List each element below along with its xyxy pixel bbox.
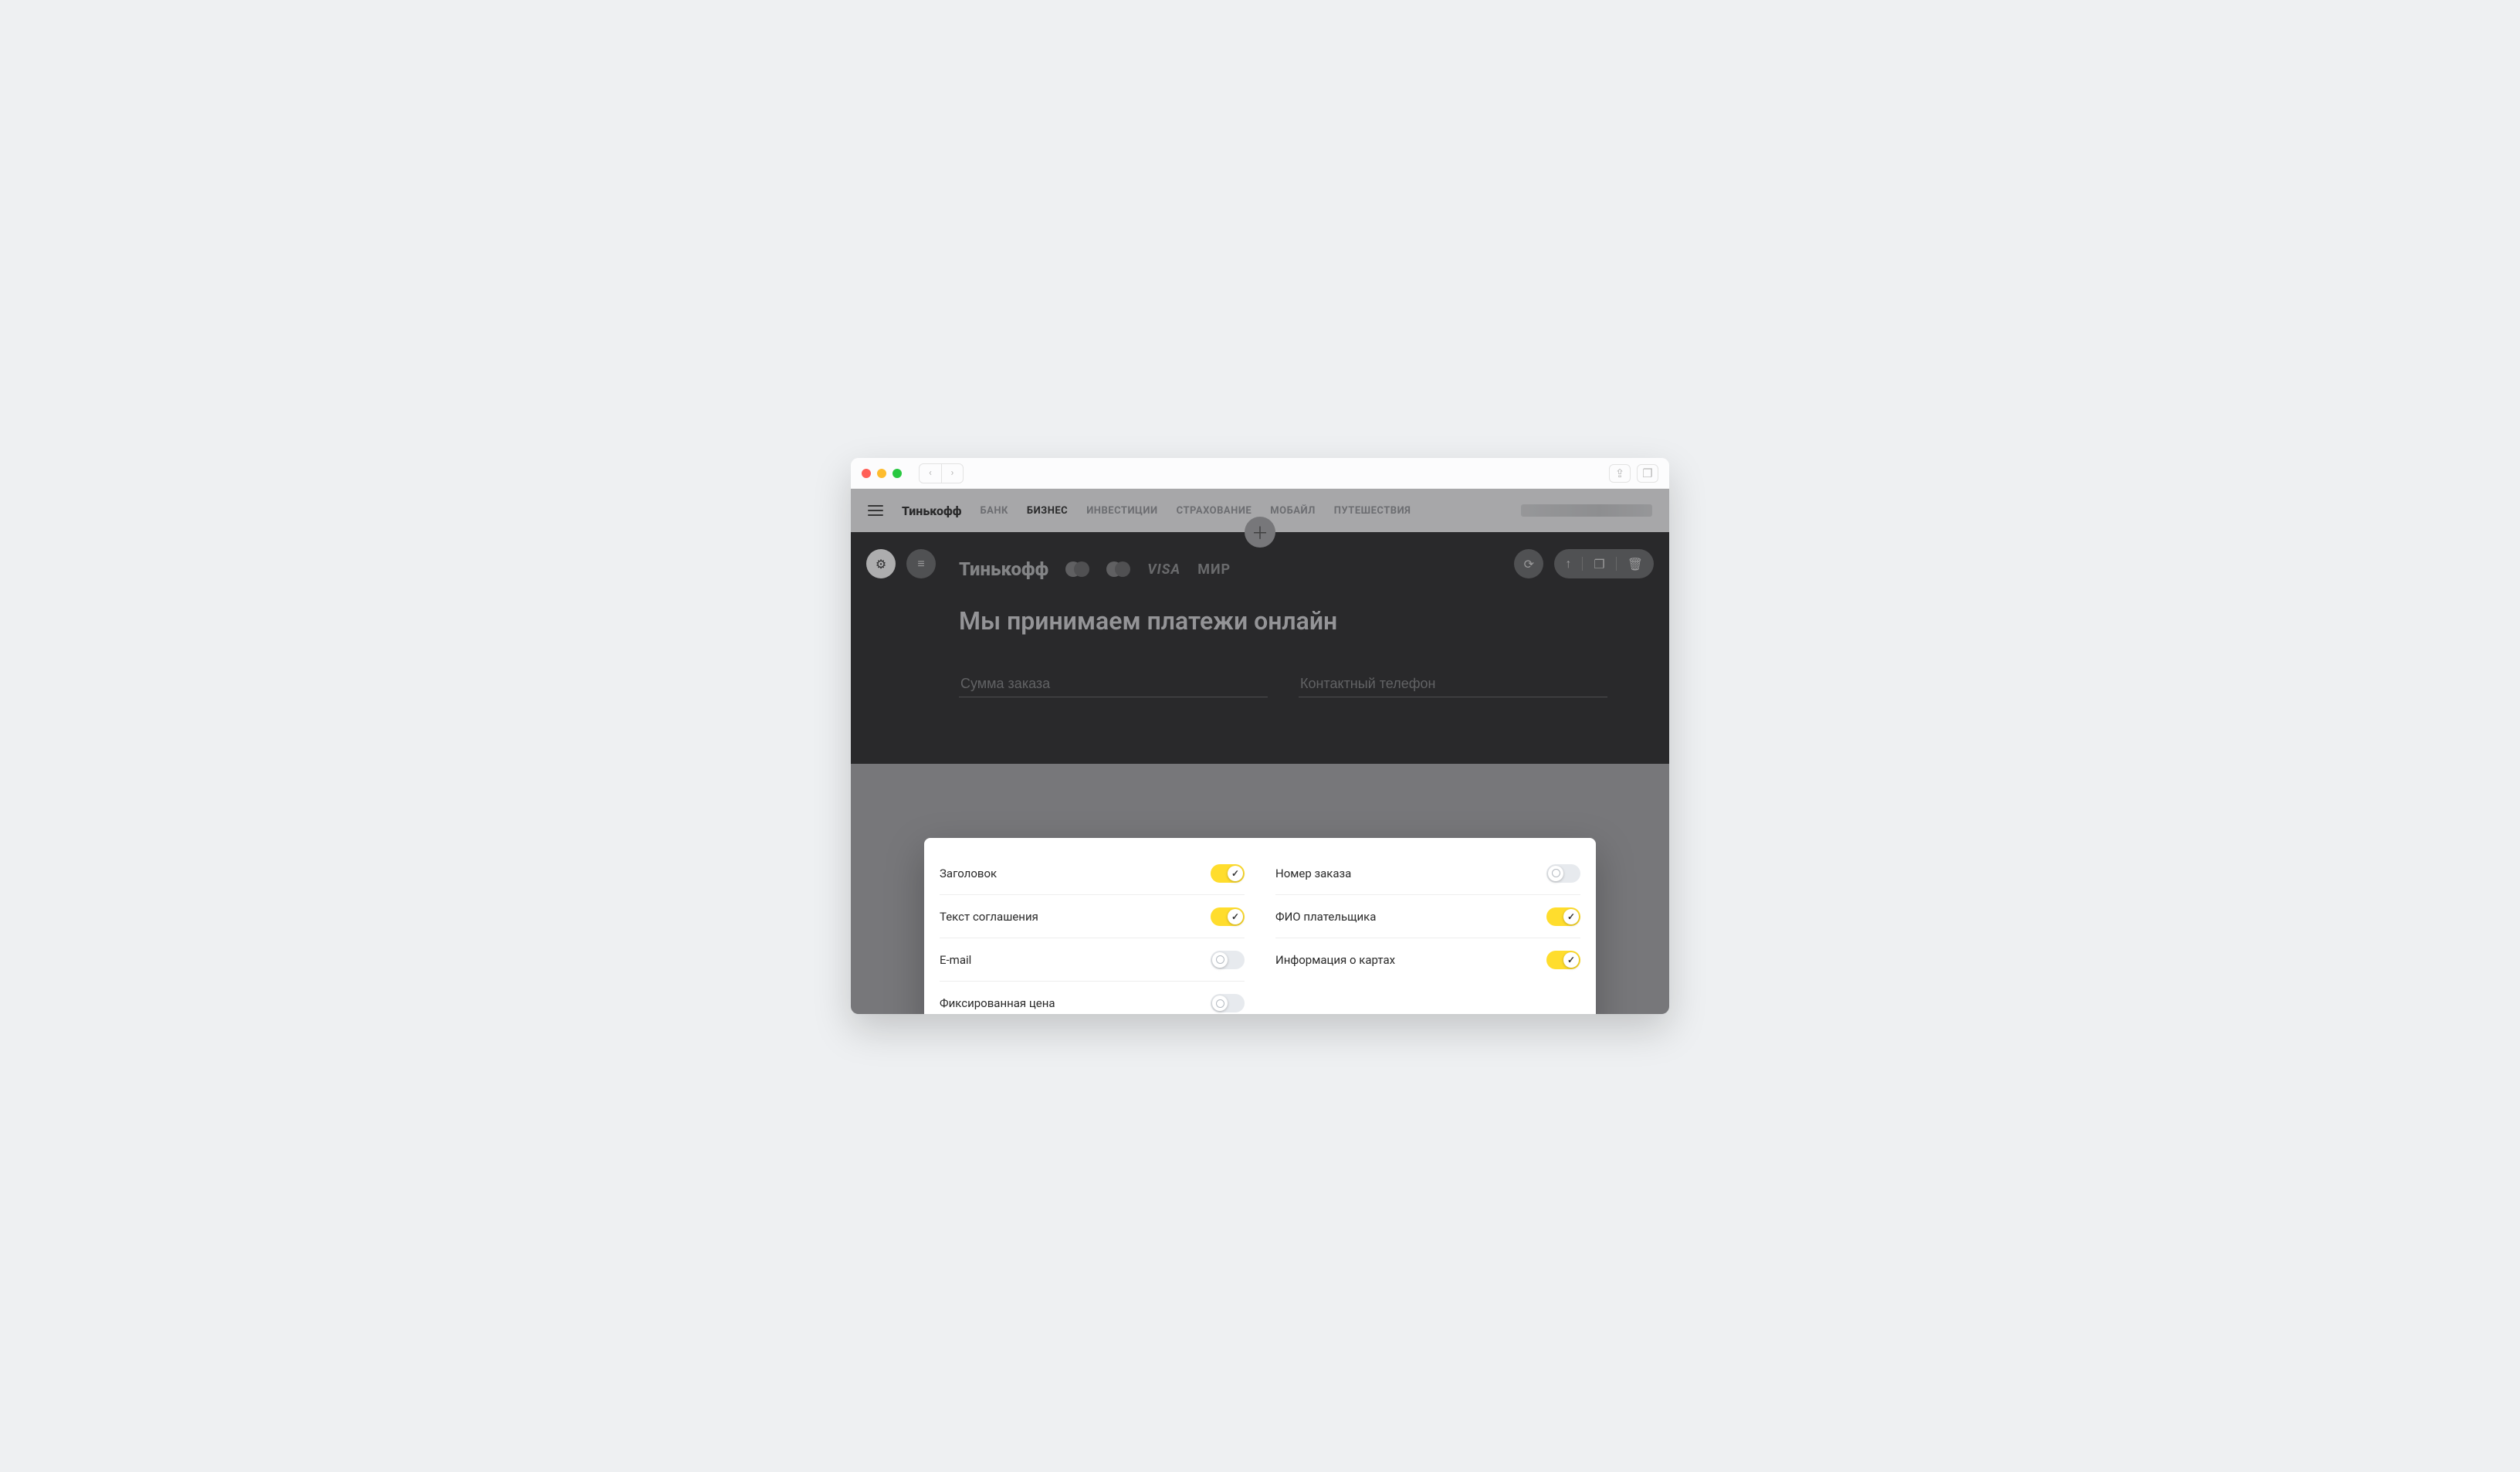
- account-placeholder: [1521, 504, 1652, 517]
- option-label: ФИО плательщика: [1275, 910, 1376, 924]
- option-label: Текст соглашения: [940, 910, 1038, 924]
- share-icon: ⇪: [1615, 466, 1625, 480]
- option-row: ФИО плательщика: [1275, 895, 1580, 938]
- nav-link-банк[interactable]: БАНК: [980, 505, 1008, 517]
- option-row: Информация о картах: [1275, 938, 1580, 982]
- window-controls: [862, 469, 902, 478]
- visa-icon: VISA: [1147, 561, 1180, 578]
- tabs-button[interactable]: ❐: [1637, 464, 1658, 483]
- field-options-popup: Заголовок Текст соглашения E-mail Фиксирова…: [924, 838, 1596, 1014]
- nav-link-страхование[interactable]: СТРАХОВАНИЕ: [1177, 505, 1252, 517]
- nav-link-инвестиции[interactable]: ИНВЕСТИЦИИ: [1086, 505, 1157, 517]
- payment-editor-panel: ＋ ⚙ ≡ ⟳ ↑ ❐ 🗑 Тинькофф: [851, 532, 1669, 764]
- option-row: E-mail: [940, 938, 1245, 982]
- hero-title: Мы принимаем платежи онлайн: [959, 606, 1638, 636]
- tabs-icon: ❐: [1642, 466, 1652, 480]
- maestro-icon: [1106, 561, 1130, 577]
- option-toggle[interactable]: [1211, 951, 1245, 969]
- align-button[interactable]: ≡: [906, 549, 936, 578]
- option-label: Заголовок: [940, 867, 997, 880]
- maximize-window-button[interactable]: [892, 469, 902, 478]
- settings-toggle-button[interactable]: ⚙: [866, 549, 896, 578]
- align-icon: ≡: [917, 556, 924, 572]
- option-toggle[interactable]: [1546, 907, 1580, 926]
- phone-input[interactable]: [1299, 671, 1607, 697]
- nav-forward-button[interactable]: ›: [941, 464, 963, 483]
- minimize-window-button[interactable]: [877, 469, 886, 478]
- window-titlebar: ‹ › ⇪ ❐: [851, 458, 1669, 489]
- merchant-logo: Тинькофф: [959, 558, 1048, 580]
- option-row: Заголовок: [940, 852, 1245, 895]
- mastercard-icon: [1065, 561, 1089, 577]
- sliders-icon: ⚙: [876, 557, 886, 572]
- amount-input[interactable]: [959, 671, 1268, 697]
- nav-link-бизнес[interactable]: БИЗНЕС: [1027, 505, 1068, 517]
- move-up-button[interactable]: ↑: [1565, 556, 1571, 572]
- option-toggle[interactable]: [1546, 864, 1580, 883]
- duplicate-button[interactable]: ❐: [1594, 557, 1604, 572]
- refresh-button[interactable]: ⟳: [1514, 549, 1543, 578]
- add-block-button[interactable]: ＋: [1245, 517, 1275, 548]
- option-label: E-mail: [940, 953, 971, 967]
- option-row: Текст соглашения: [940, 895, 1245, 938]
- option-toggle[interactable]: [1211, 994, 1245, 1012]
- delete-button[interactable]: 🗑: [1628, 557, 1643, 572]
- option-toggle[interactable]: [1546, 951, 1580, 969]
- nav-link-мобайл[interactable]: МОБАЙЛ: [1270, 505, 1316, 517]
- nav-link-путешествия[interactable]: ПУТЕШЕСТВИЯ: [1334, 505, 1411, 517]
- menu-button[interactable]: [868, 505, 883, 516]
- option-label: Фиксированная цена: [940, 996, 1055, 1010]
- block-actions: ↑ ❐ 🗑: [1554, 549, 1654, 578]
- option-row: Номер заказа: [1275, 852, 1580, 895]
- refresh-icon: ⟳: [1524, 557, 1534, 572]
- mir-icon: МИР: [1197, 561, 1231, 578]
- option-label: Информация о картах: [1275, 953, 1395, 967]
- option-label: Номер заказа: [1275, 867, 1351, 880]
- browser-window: ‹ › ⇪ ❐ Тинькофф БАНК БИЗНЕС ИНВЕСТИЦИИ СТР…: [851, 458, 1669, 1014]
- option-row: Фиксированная цена: [940, 982, 1245, 1014]
- brand-logo[interactable]: Тинькофф: [902, 504, 961, 518]
- nav-back-button[interactable]: ‹: [920, 464, 941, 483]
- option-toggle[interactable]: [1211, 907, 1245, 926]
- nav-back-forward: ‹ ›: [919, 463, 964, 483]
- close-window-button[interactable]: [862, 469, 871, 478]
- share-button[interactable]: ⇪: [1609, 464, 1631, 483]
- option-toggle[interactable]: [1211, 864, 1245, 883]
